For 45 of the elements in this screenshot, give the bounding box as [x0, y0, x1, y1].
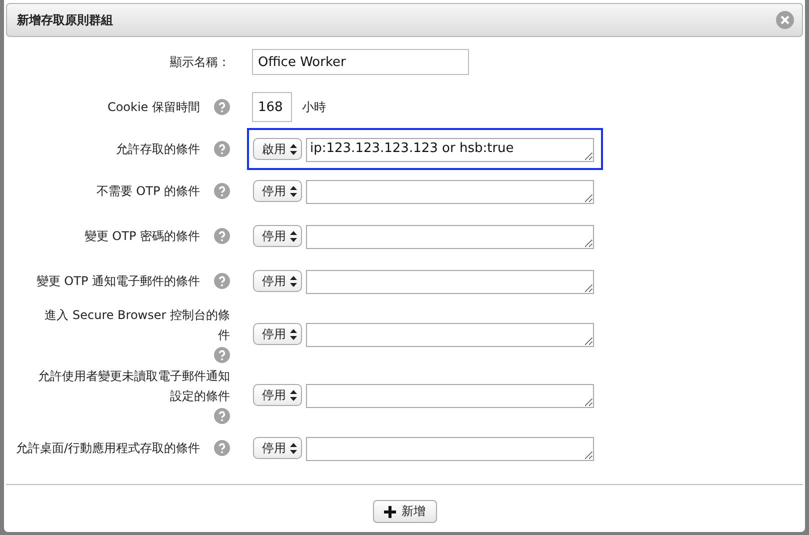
name-input[interactable]: Office Worker — [252, 49, 469, 75]
updown-icon — [290, 230, 297, 242]
close-icon[interactable] — [776, 11, 794, 29]
condition-input[interactable] — [306, 323, 594, 347]
mode-select[interactable]: 停用 — [253, 323, 302, 345]
condition-input[interactable] — [306, 437, 594, 461]
condition-input[interactable] — [306, 384, 594, 408]
help-icon[interactable] — [214, 347, 230, 363]
plus-icon — [384, 506, 396, 518]
help-icon[interactable] — [214, 440, 230, 456]
mode-select[interactable]: 停用 — [253, 180, 302, 202]
add-button[interactable]: 新增 — [372, 500, 436, 523]
help-icon[interactable] — [214, 141, 230, 157]
field-label: 變更 OTP 通知電子郵件的條件 — [36, 273, 200, 290]
condition-input[interactable] — [306, 225, 594, 249]
mode-select[interactable]: 停用 — [253, 384, 302, 406]
condition-input[interactable] — [306, 270, 594, 294]
updown-icon — [290, 442, 297, 454]
mode-select[interactable]: 啟用 — [253, 138, 302, 160]
field-label: 變更 OTP 密碼的條件 — [84, 228, 200, 245]
field-label: 允許使用者變更未讀取電子郵件通知設定的條件 — [37, 368, 230, 405]
updown-icon — [290, 144, 297, 154]
dialog-title: 新增存取原則群組 — [17, 12, 113, 28]
field-label: 不需要 OTP 的條件 — [96, 183, 200, 200]
field-label: 允許存取的條件 — [116, 141, 200, 158]
help-icon[interactable] — [214, 99, 230, 115]
field-label: Cookie 保留時間 — [107, 99, 200, 116]
help-icon[interactable] — [214, 228, 230, 244]
field-label: 允許桌面/行動應用程式存取的條件 — [16, 440, 200, 457]
updown-icon — [290, 328, 297, 340]
field-label: 顯示名稱： — [170, 54, 230, 71]
condition-input[interactable] — [306, 180, 594, 204]
help-icon[interactable] — [214, 183, 230, 199]
condition-input[interactable]: ip:123.123.123.123 or hsb:true — [306, 138, 594, 162]
updown-icon — [290, 276, 297, 286]
help-icon[interactable] — [214, 408, 230, 424]
mode-select[interactable]: 停用 — [253, 225, 302, 247]
help-icon[interactable] — [214, 273, 230, 289]
mode-select[interactable]: 停用 — [253, 437, 302, 459]
mode-select[interactable]: 停用 — [253, 270, 302, 292]
cookie-input[interactable]: 168 — [252, 92, 292, 122]
updown-icon — [290, 186, 297, 196]
field-label: 進入 Secure Browser 控制台的條件 — [44, 307, 230, 344]
updown-icon — [290, 390, 297, 400]
unit-label: 小時 — [302, 98, 326, 116]
